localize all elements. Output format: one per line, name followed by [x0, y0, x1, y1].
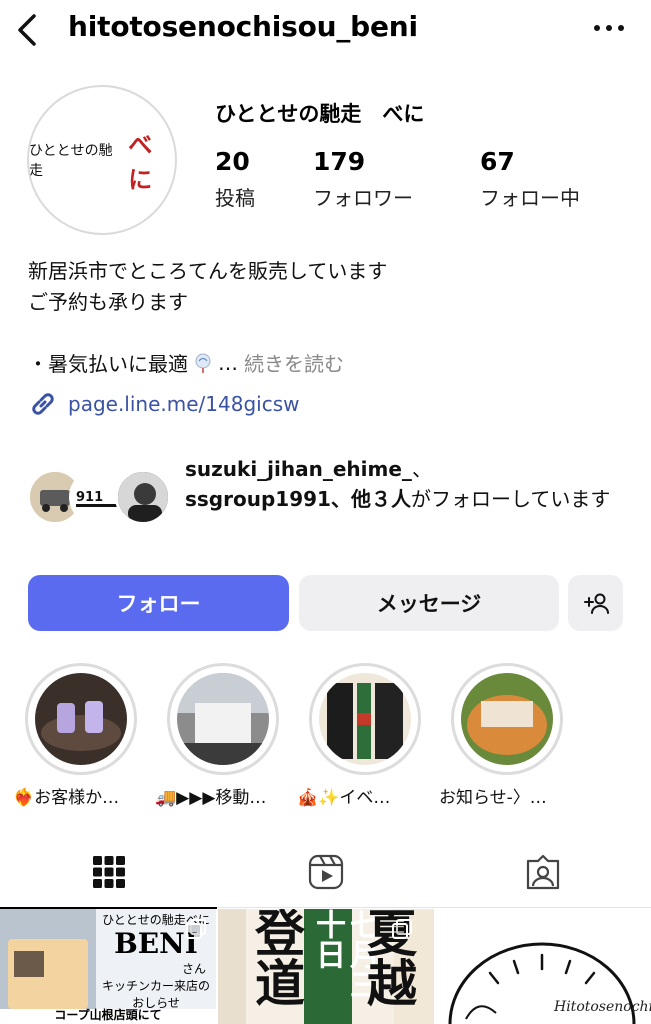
post-line: キッチンカー来店の	[101, 979, 210, 993]
wind-chime-icon	[195, 353, 211, 373]
mutual-followers[interactable]: 911 suzuki_jihan_ehime_、 ssgroup1991、他３人…	[27, 450, 627, 550]
highlight-ring	[309, 663, 421, 775]
stat-value: 20	[215, 147, 250, 176]
tab-reels[interactable]	[217, 836, 434, 908]
carousel-icon	[186, 919, 206, 939]
add-person-icon	[583, 593, 609, 614]
posts-grid: ひととせの馳走べに BENI さん キッチンカー来店の おしらせ コープ山根店頭…	[0, 909, 651, 1024]
post-footer-text: コープ山根店頭にて	[54, 1008, 162, 1022]
post-big-text: 登道	[247, 909, 305, 1007]
profile-link[interactable]: page.line.me/148gicsw	[28, 389, 299, 419]
display-name: ひととせの馳走 べに	[215, 102, 425, 126]
highlight-cover	[35, 673, 127, 765]
stat-label: フォロー中	[480, 186, 580, 210]
stat-label: 投稿	[215, 186, 255, 210]
followers-count[interactable]: 179 フォロワー	[313, 147, 413, 211]
highlight-label: お知らせ-〉…	[439, 788, 547, 808]
followed-suffix: がフォローしています	[410, 487, 611, 511]
story-highlight[interactable]: ❤️‍🔥お客様か…	[13, 663, 137, 808]
message-button[interactable]: メッセージ	[299, 575, 559, 631]
grid-icon	[92, 856, 125, 888]
avatar-logo-accent: べに	[128, 130, 153, 194]
profile-username: hitotosenochisou_beni	[68, 10, 418, 43]
highlight-ring	[167, 663, 279, 775]
post-script-text: Hitotosenochi	[554, 999, 651, 1015]
top-bar: hitotosenochisou_beni	[0, 0, 651, 62]
highlight-label: ❤️‍🔥お客様か…	[13, 788, 120, 808]
carousel-icon	[392, 919, 412, 939]
follower-name[interactable]: ssgroup1991	[185, 487, 331, 511]
highlight-label: 🎪✨イベ…	[297, 788, 391, 808]
back-arrow-icon[interactable]	[12, 12, 42, 48]
reels-icon	[308, 854, 343, 890]
follow-button[interactable]: フォロー	[28, 575, 289, 631]
post-sub-text: さん	[181, 962, 206, 976]
more-options-icon[interactable]	[591, 16, 627, 40]
highlight-ring	[25, 663, 137, 775]
posts-count[interactable]: 20 投稿	[215, 147, 255, 211]
link-icon	[32, 393, 54, 415]
mutual-followers-text: suzuki_jihan_ehime_、 ssgroup1991、他３人がフォロ…	[185, 454, 625, 514]
highlight-cover	[319, 673, 411, 765]
profile-avatar[interactable]: ひととせの馳走 べに	[27, 85, 177, 235]
bio-line: 新居浜市でところてんを販売しています	[28, 259, 388, 283]
suggest-users-button[interactable]	[568, 575, 623, 631]
stat-label: フォロワー	[313, 186, 413, 210]
bio-line: ・暑気払いに最適	[28, 352, 188, 376]
separator: 、	[411, 457, 432, 481]
svg-text:911: 911	[76, 490, 103, 505]
bio-line: ご予約も承ります	[28, 290, 188, 314]
link-url[interactable]: page.line.me/148gicsw	[68, 392, 299, 416]
post-thumbnail[interactable]: ひととせの馳走べに BENI さん キッチンカー来店の おしらせ コープ山根店頭…	[0, 909, 216, 1024]
bio-ellipsis: …	[218, 350, 238, 375]
story-highlight[interactable]: 🚚▶▶▶移動…	[155, 663, 279, 808]
tab-tagged[interactable]	[434, 836, 651, 908]
post-thumbnail[interactable]: Hitotosenochi	[436, 909, 651, 1024]
profile-tabs	[0, 836, 651, 909]
others-count: 、他３人	[330, 487, 411, 511]
tab-posts-grid[interactable]	[0, 836, 217, 909]
post-thumbnail[interactable]: 登道 七月三十日 夏越	[218, 909, 434, 1024]
follower-avatar	[115, 469, 171, 525]
stat-value: 179	[313, 147, 366, 176]
highlight-label: 🚚▶▶▶移動…	[155, 788, 267, 808]
bio: 新居浜市でところてんを販売しています ご予約も承ります	[28, 256, 387, 318]
story-highlight[interactable]: 🎪✨イベ…	[297, 663, 421, 808]
highlight-cover	[461, 673, 553, 765]
follower-name[interactable]: suzuki_jihan_ehime_	[185, 457, 412, 481]
highlight-ring	[451, 663, 563, 775]
tagged-person-icon	[526, 854, 559, 890]
bio-truncated-line: ・暑気払いに最適 … 続きを読む	[28, 348, 344, 377]
story-highlight[interactable]: お知らせ-〉…	[439, 663, 563, 808]
avatar-logo-text: ひととせの馳走	[29, 143, 113, 179]
following-count[interactable]: 67 フォロー中	[480, 147, 580, 211]
stat-value: 67	[480, 147, 515, 176]
read-more-link[interactable]: 続きを読む	[244, 348, 344, 377]
highlight-cover	[177, 673, 269, 765]
